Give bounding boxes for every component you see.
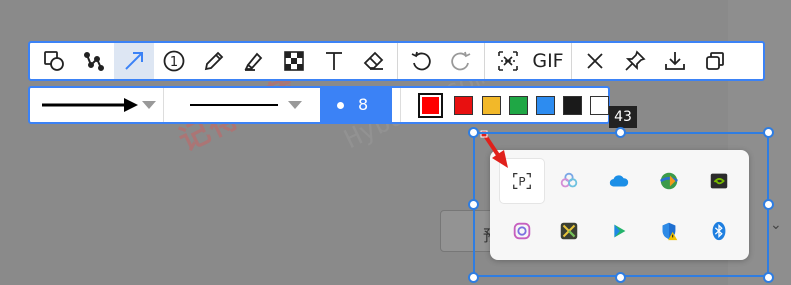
resize-handle-top-left[interactable] (468, 127, 479, 138)
pen-tool-button[interactable] (194, 43, 234, 79)
mosaic-tool-button[interactable] (274, 43, 314, 79)
scroll-capture-button[interactable] (488, 43, 528, 79)
scroll-capture-icon (498, 51, 518, 71)
resize-handle-left[interactable] (468, 199, 479, 210)
capture-selection[interactable] (473, 132, 769, 277)
close-icon (587, 53, 603, 69)
number-marker-icon: 1 (163, 50, 185, 72)
chevron-down-icon: ⌄ (770, 217, 782, 233)
shape-icon (44, 51, 64, 71)
mosaic-icon (284, 51, 304, 71)
undo-icon (411, 51, 431, 71)
stroke-size-value: 8 (358, 95, 369, 114)
shape-tool-button[interactable] (34, 43, 74, 79)
text-tool-button[interactable] (314, 43, 354, 79)
options-divider (400, 88, 401, 122)
toolbar-divider (484, 43, 485, 79)
color-swatch[interactable] (563, 96, 582, 115)
gif-record-button[interactable]: GIF (528, 43, 568, 79)
redo-icon (451, 51, 471, 71)
chevron-down-icon[interactable] (142, 100, 156, 110)
pin-icon (625, 50, 646, 71)
tool-options-bar: 8 (28, 86, 610, 124)
highlighter-icon (244, 52, 263, 71)
pen-icon (204, 51, 224, 71)
eraser-tool-button[interactable] (354, 43, 394, 79)
close-button[interactable] (575, 43, 615, 79)
polyline-icon (84, 52, 104, 71)
stroke-size-control[interactable]: 8 (320, 86, 392, 124)
svg-text:1: 1 (170, 55, 178, 70)
color-swatch[interactable] (536, 96, 555, 115)
text-tool-icon (326, 52, 342, 70)
options-divider (163, 88, 164, 122)
color-swatch[interactable] (454, 96, 473, 115)
resize-handle-top[interactable] (615, 127, 626, 138)
gif-icon: GIF (532, 50, 564, 72)
arrow-tool-icon (125, 52, 143, 70)
chevron-down-icon[interactable] (288, 100, 302, 110)
size-dot-icon (337, 102, 344, 109)
color-swatch[interactable] (418, 93, 443, 118)
screenshot-toolbar: 1 GIF (28, 41, 765, 81)
resize-handle-top-right[interactable] (763, 127, 774, 138)
toolbar-divider (397, 43, 398, 79)
resize-handle-bottom-right[interactable] (763, 272, 774, 283)
polyline-tool-button[interactable] (74, 43, 114, 79)
download-button[interactable] (655, 43, 695, 79)
download-icon (665, 52, 685, 70)
redo-button[interactable] (441, 43, 481, 79)
color-swatch[interactable] (509, 96, 528, 115)
resize-handle-bottom-left[interactable] (468, 272, 479, 283)
pin-button[interactable] (615, 43, 655, 79)
resize-handle-right[interactable] (763, 199, 774, 210)
resize-handle-bottom[interactable] (615, 272, 626, 283)
color-swatch[interactable] (590, 96, 609, 115)
copy-button[interactable] (695, 43, 735, 79)
arrow-tool-button[interactable] (114, 43, 154, 79)
eraser-icon (363, 51, 384, 70)
toolbar-divider (571, 43, 572, 79)
dimension-label: 43 (609, 106, 637, 128)
copy-icon (706, 52, 724, 70)
undo-button[interactable] (401, 43, 441, 79)
highlighter-tool-button[interactable] (234, 43, 274, 79)
number-marker-button[interactable]: 1 (154, 43, 194, 79)
color-swatch[interactable] (482, 96, 501, 115)
